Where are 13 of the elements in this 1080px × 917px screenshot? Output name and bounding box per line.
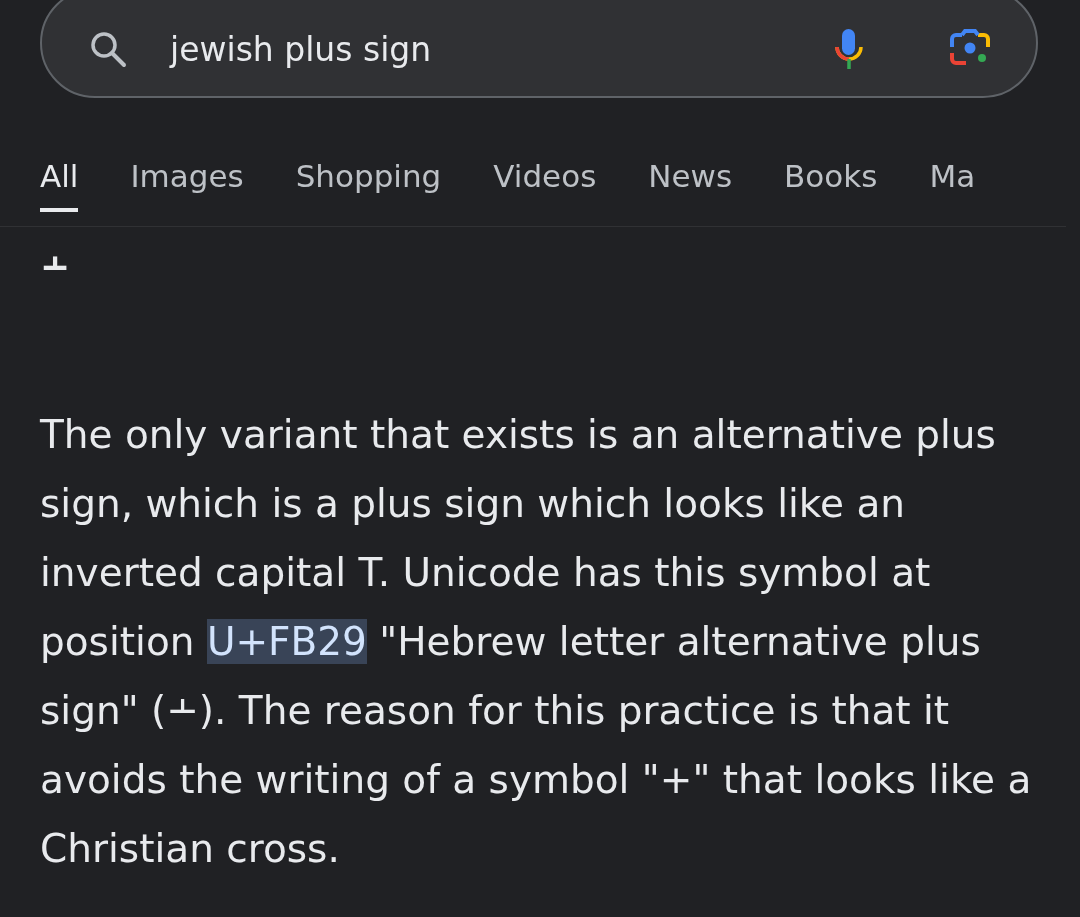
search-tab[interactable]: Books [784,158,878,212]
search-query[interactable]: jewish plus sign [170,29,834,69]
search-icon[interactable] [88,29,128,69]
microphone-icon[interactable] [834,27,864,71]
search-tab[interactable]: News [648,158,733,212]
search-tab[interactable]: Shopping [295,158,442,212]
plus-sign-symbol: ﬩ [40,249,71,285]
search-bar[interactable]: jewish plus sign [40,0,1038,98]
search-tab[interactable]: Videos [493,158,597,212]
search-tab[interactable]: All [40,158,79,212]
search-tab[interactable]: Images [130,158,244,212]
search-tab[interactable]: Ma [929,158,976,212]
highlighted-text: U+FB29 [206,619,367,664]
